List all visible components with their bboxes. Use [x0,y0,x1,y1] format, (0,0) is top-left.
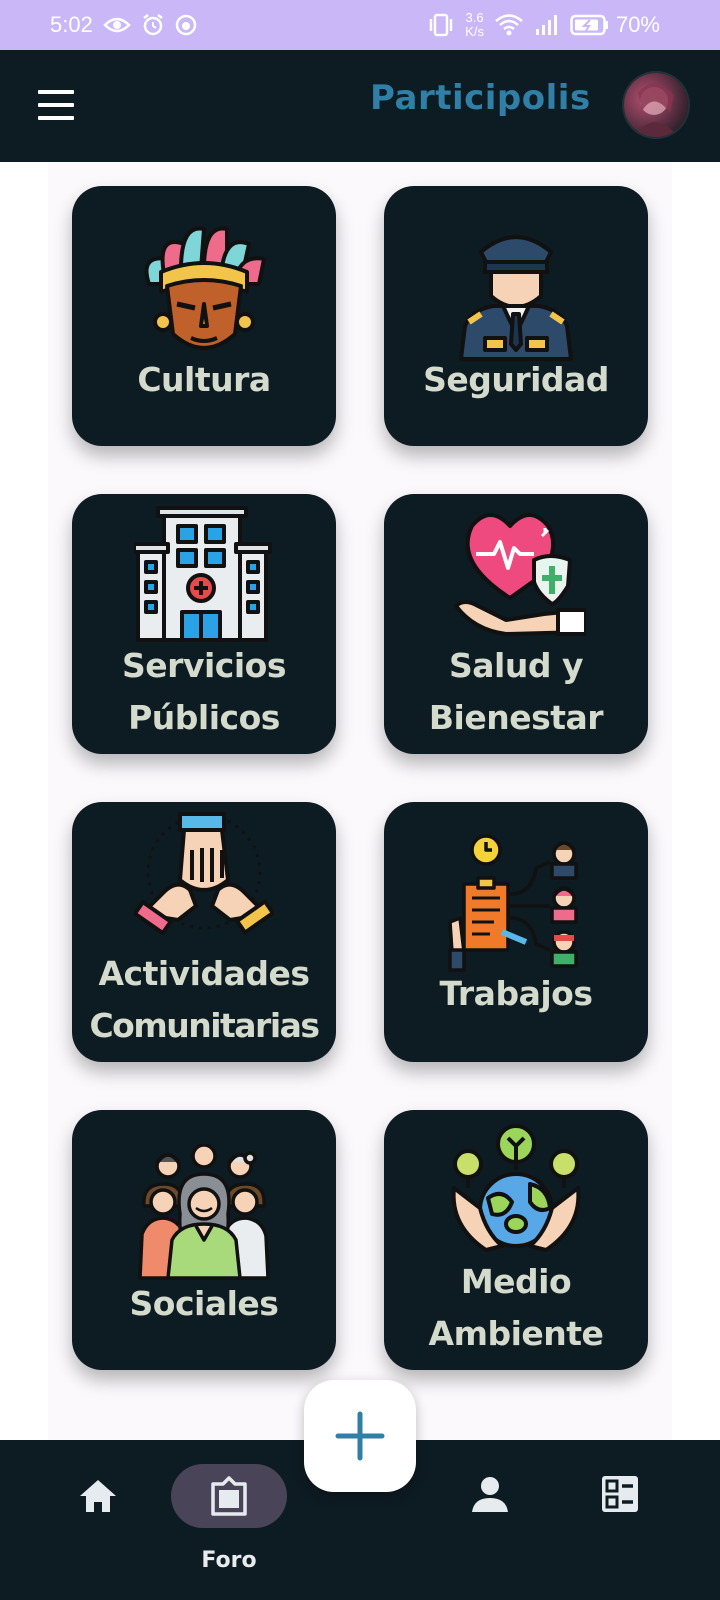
app-title: Participolis [370,78,591,118]
category-label: Salud y Bienestar [384,640,648,744]
vibrate-icon [427,13,455,37]
category-label-line: Trabajos [439,974,593,1013]
category-card-seguridad[interactable]: Seguridad [384,186,648,446]
job-assignment-icon [448,834,578,972]
alarm-icon [141,13,165,37]
category-label-line: Comunitarias [89,1006,320,1045]
nav-forum-label[interactable]: Foro [172,1548,286,1573]
wifi-icon [494,13,524,37]
category-label: Cultura [72,354,336,406]
category-label: Seguridad [384,354,648,406]
police-officer-icon [459,235,573,361]
category-card-sociales[interactable]: Sociales [72,1110,336,1370]
eye-icon [103,15,131,35]
avatar[interactable] [624,73,688,137]
nav-profile[interactable] [450,1440,530,1600]
indigenous-mask-icon [144,226,266,350]
category-card-salud-bienestar[interactable]: Salud y Bienestar [384,494,648,754]
category-label-line: Ambiente [428,1314,604,1353]
category-label: Servicios Públicos [72,640,336,744]
person-icon [472,1477,508,1512]
category-label: Trabajos [384,968,648,1020]
app-bar: Participolis [0,50,720,162]
category-card-medio-ambiente[interactable]: Medio Ambiente [384,1110,648,1370]
category-card-actividades-comunitarias[interactable]: Actividades Comunitarias [72,802,336,1062]
net-speed-unit: K/s [465,24,484,39]
category-label-line: Servicios [122,646,286,685]
earth-in-hands-icon [451,1124,581,1252]
category-label: Actividades Comunitarias [72,948,336,1052]
category-label-line: Salud y [449,646,583,685]
group-of-people-icon [138,1144,270,1280]
joined-hands-icon [134,812,274,936]
heart-in-hand-icon [454,513,586,636]
category-label-line: Actividades [98,954,310,993]
battery-percent: 70% [615,12,660,37]
category-label-line: Medio [460,1262,572,1301]
category-label-line: Seguridad [423,360,609,399]
status-bar: 5:02 3.6 K/s 70% [0,0,720,50]
category-grid: Cultura Seguridad Servicios Públicos Sal… [48,162,672,1440]
hospital-building-icon [134,506,272,642]
nav-home[interactable] [58,1440,138,1600]
category-label-line: Sociales [129,1284,279,1323]
plus-icon [335,1411,385,1461]
add-post-button[interactable] [304,1380,416,1492]
signal-icon [534,13,560,37]
net-speed-value: 3.6 [465,10,484,25]
hamburger-menu-icon[interactable] [38,90,74,120]
battery-icon [570,14,610,36]
category-card-cultura[interactable]: Cultura [72,186,336,446]
nav-dashboard[interactable] [580,1440,660,1600]
dashboard-list-icon [602,1476,638,1512]
status-time: 5:02 [50,12,93,37]
category-label-line: Bienestar [428,698,604,737]
category-label: Sociales [72,1278,336,1330]
category-label: Medio Ambiente [384,1256,648,1360]
forum-board-icon [211,1476,247,1516]
category-label-line: Cultura [137,360,271,399]
face-icon [175,14,197,36]
category-card-servicios-publicos[interactable]: Servicios Públicos [72,494,336,754]
category-card-trabajos[interactable]: Trabajos [384,802,648,1062]
category-label-line: Públicos [128,698,280,737]
net-speed: 3.6 K/s [465,11,484,39]
home-icon [80,1480,116,1512]
